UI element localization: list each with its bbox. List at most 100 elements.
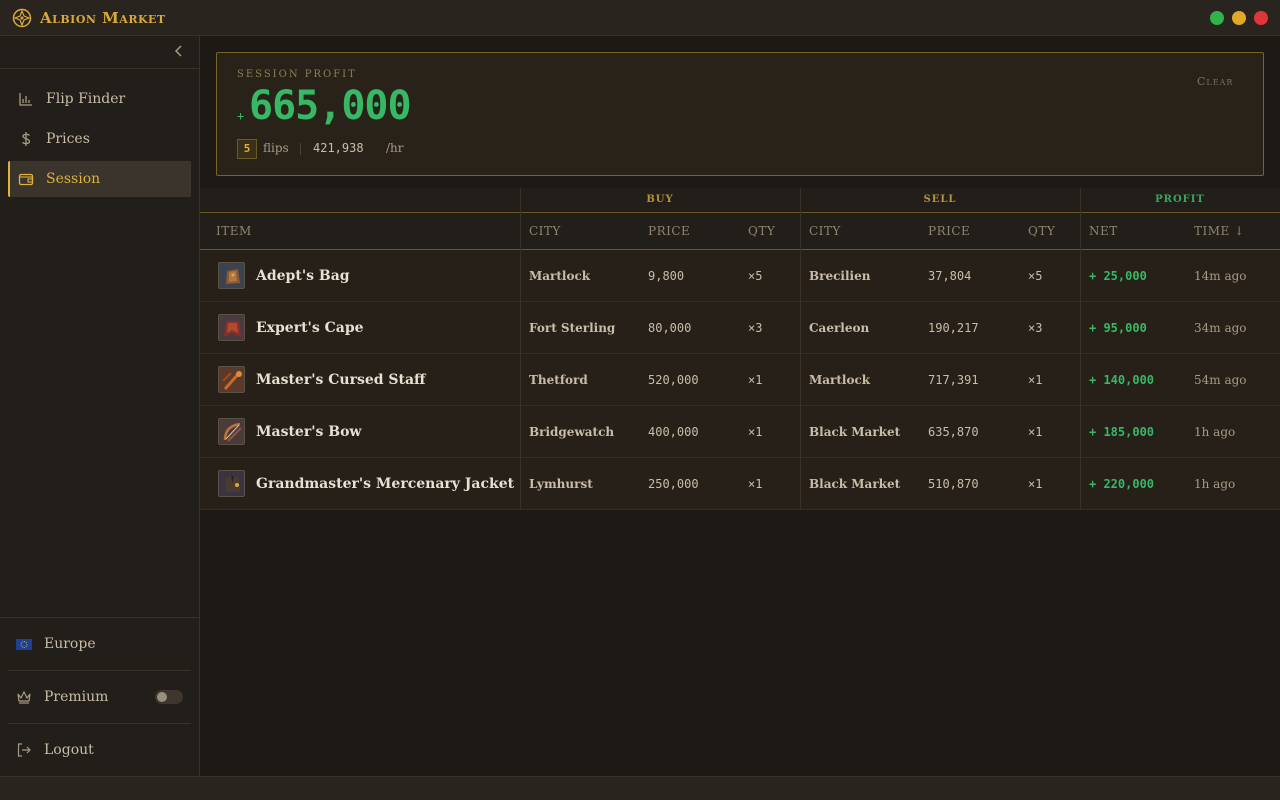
time-ago: 54m ago <box>1194 373 1247 387</box>
status-bar <box>0 776 1280 800</box>
buy-city: Martlock <box>529 269 591 283</box>
toggle-knob <box>157 692 167 702</box>
collapse-sidebar-button[interactable] <box>170 44 188 62</box>
sell-city: Martlock <box>809 373 871 387</box>
bag-icon <box>218 262 245 289</box>
sell-qty: ×3 <box>1028 321 1043 335</box>
sell-qty: ×1 <box>1028 373 1043 387</box>
sell-price: 717,391 <box>928 373 979 387</box>
sell-price: 37,804 <box>928 269 972 283</box>
chevron-left-icon <box>174 45 182 57</box>
column-header-sell-city[interactable]: City <box>809 213 841 250</box>
close-button[interactable] <box>1254 11 1268 25</box>
buy-price: 400,000 <box>648 425 699 439</box>
column-header-sell-qty[interactable]: Qty <box>1028 213 1055 250</box>
column-header-sell-price[interactable]: Price <box>928 213 970 250</box>
sell-qty: ×1 <box>1028 477 1043 491</box>
app-logo-icon <box>12 8 32 28</box>
sell-price: 635,870 <box>928 425 979 439</box>
sell-qty: ×1 <box>1028 425 1043 439</box>
bow-icon <box>218 418 245 445</box>
sell-city: Black Market <box>809 425 901 439</box>
table-row[interactable]: Master's Bow Bridgewatch 400,000 ×1 Blac… <box>200 406 1280 458</box>
jacket-icon <box>218 470 245 497</box>
group-profit: Profit <box>1155 194 1205 205</box>
buy-price: 9,800 <box>648 269 685 283</box>
sidebar-item-label: Session <box>46 171 101 187</box>
time-ago: 34m ago <box>1194 321 1247 335</box>
sidebar-item-prices[interactable]: Prices <box>8 121 191 157</box>
minimize-button[interactable] <box>1232 11 1246 25</box>
buy-city: Bridgewatch <box>529 425 615 439</box>
stat-separator <box>300 143 301 155</box>
net-profit: + 95,000 <box>1089 321 1147 335</box>
profit-rate-unit: /hr <box>386 141 404 155</box>
sidebar-divider <box>0 68 200 69</box>
sidebar-item-label: Flip Finder <box>46 91 126 107</box>
session-profit-label: Session Profit <box>237 69 357 80</box>
flips-count-badge: 5 <box>237 139 257 159</box>
buy-city: Fort Sterling <box>529 321 616 335</box>
main-content: Session Profit + 665,000 Clear 5 flips 4… <box>200 36 1280 776</box>
table-row[interactable]: Adept's Bag Martlock 9,800 ×5 Brecilien … <box>200 250 1280 302</box>
region-selector[interactable]: Europe <box>8 626 191 662</box>
column-header-buy-price[interactable]: Price <box>648 213 690 250</box>
sell-qty: ×5 <box>1028 269 1043 283</box>
item-name: Grandmaster's Mercenary Jacket <box>256 476 515 492</box>
table-row[interactable]: Master's Cursed Staff Thetford 520,000 ×… <box>200 354 1280 406</box>
sidebar-divider <box>8 723 191 724</box>
time-ago: 1h ago <box>1194 477 1236 491</box>
title-bar: Albion Market <box>0 0 1280 36</box>
column-header-buy-city[interactable]: City <box>529 213 561 250</box>
column-divider <box>520 188 521 510</box>
sell-price: 190,217 <box>928 321 979 335</box>
buy-price: 250,000 <box>648 477 699 491</box>
maximize-button[interactable] <box>1210 11 1224 25</box>
table-row[interactable]: Grandmaster's Mercenary Jacket Lymhurst … <box>200 458 1280 510</box>
sidebar-divider <box>8 670 191 671</box>
app-title: Albion Market <box>40 9 166 27</box>
net-profit: + 220,000 <box>1089 477 1155 491</box>
sell-price: 510,870 <box>928 477 979 491</box>
column-header-item[interactable]: Item <box>216 213 252 250</box>
sidebar-item-session[interactable]: Session <box>8 161 191 197</box>
item-name: Master's Bow <box>256 424 362 440</box>
flips-label: flips <box>263 141 289 155</box>
buy-city: Lymhurst <box>529 477 593 491</box>
sidebar-divider <box>0 617 200 618</box>
column-header-buy-qty[interactable]: Qty <box>748 213 775 250</box>
crown-icon <box>16 689 32 705</box>
wallet-icon <box>18 171 34 187</box>
session-profit-card: Session Profit + 665,000 Clear 5 flips 4… <box>216 52 1264 176</box>
session-profit-value: 665,000 <box>249 83 412 129</box>
logout-icon <box>16 742 32 758</box>
profit-sign: + <box>237 109 245 123</box>
premium-toggle[interactable] <box>155 690 183 704</box>
sell-city: Brecilien <box>809 269 871 283</box>
logout-button[interactable]: Logout <box>8 732 191 768</box>
logout-label: Logout <box>44 742 94 758</box>
buy-qty: ×1 <box>748 477 763 491</box>
net-profit: + 140,000 <box>1089 373 1155 387</box>
eu-flag-icon <box>16 636 32 652</box>
profit-rate: 421,938 <box>313 141 364 155</box>
group-buy: Buy <box>646 194 674 205</box>
item-name: Adept's Bag <box>256 268 350 284</box>
item-name: Expert's Cape <box>256 320 364 336</box>
table-group-header: Buy Sell Profit <box>200 188 1280 213</box>
buy-city: Thetford <box>529 373 588 387</box>
column-header-net[interactable]: Net <box>1089 213 1118 250</box>
clear-button[interactable]: Clear <box>1197 75 1233 88</box>
sell-city: Black Market <box>809 477 901 491</box>
sidebar-item-flip-finder[interactable]: Flip Finder <box>8 81 191 117</box>
sidebar: Flip Finder Prices Session Europe Premiu… <box>0 36 200 776</box>
buy-qty: ×1 <box>748 373 763 387</box>
cursed-staff-icon <box>218 366 245 393</box>
sidebar-item-label: Prices <box>46 131 90 147</box>
time-ago: 14m ago <box>1194 269 1247 283</box>
table-row[interactable]: Expert's Cape Fort Sterling 80,000 ×3 Ca… <box>200 302 1280 354</box>
buy-qty: ×5 <box>748 269 763 283</box>
time-ago: 1h ago <box>1194 425 1236 439</box>
column-header-time[interactable]: Time ↓ <box>1194 213 1245 250</box>
net-profit: + 185,000 <box>1089 425 1155 439</box>
